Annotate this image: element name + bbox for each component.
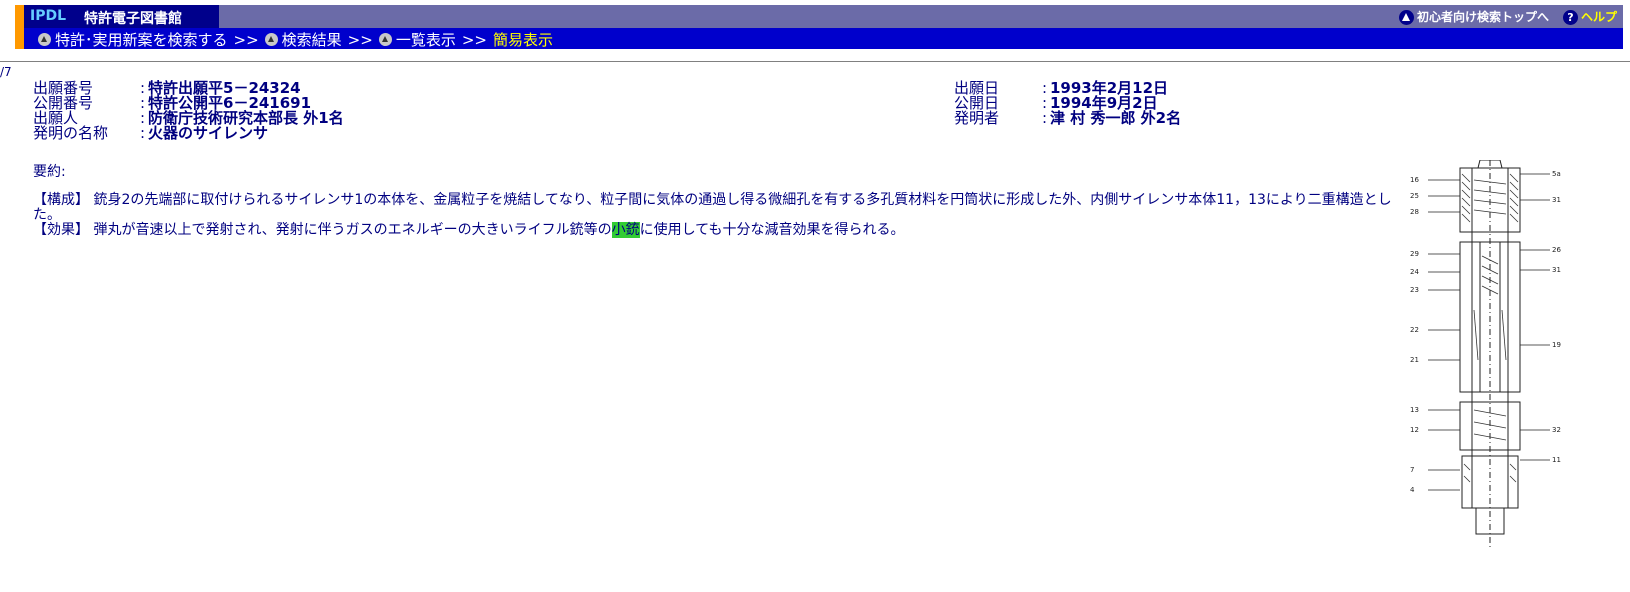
svg-text:26: 26: [1552, 246, 1561, 254]
beginner-search-link[interactable]: 初心者向け検索トップへ: [1398, 8, 1549, 25]
svg-text:22: 22: [1410, 326, 1419, 334]
svg-text:32: 32: [1552, 426, 1561, 434]
patent-drawing[interactable]: 162528 292423 222113 1274 5a3126 311932 …: [1400, 160, 1590, 560]
crumb-results[interactable]: 検索結果: [282, 29, 342, 50]
abstract-effect: 【効果】 弾丸が音速以上で発射され、発射に伴うガスのエネルギーの大きいライフル銃…: [33, 222, 1403, 238]
crumb-separator: >>: [233, 30, 259, 49]
svg-text:19: 19: [1552, 341, 1561, 349]
field-label: 発明者: [954, 109, 1000, 127]
result-counter: /7: [0, 65, 12, 79]
svg-text:31: 31: [1552, 196, 1561, 204]
svg-text:25: 25: [1410, 192, 1419, 200]
svg-text:7: 7: [1410, 466, 1414, 474]
svg-text:13: 13: [1410, 406, 1419, 414]
bibliographic-right: 出願日 : 1993年2月12日 公開日 : 1994年9月2日 発明者 : 津…: [954, 81, 1181, 126]
crumb-separator: >>: [347, 30, 373, 49]
crumb-current: 簡易表示: [492, 31, 553, 49]
crumb-arrow-icon: [38, 33, 51, 46]
field-value: 火器のサイレンサ: [148, 124, 269, 142]
svg-text:24: 24: [1410, 268, 1419, 276]
accent-stripe: [15, 5, 24, 49]
search-hit-highlight: 小銃: [611, 222, 640, 238]
beginner-search-label: 初心者向け検索トップへ: [1416, 10, 1549, 24]
crumb-separator: >>: [461, 30, 487, 49]
crumb-list[interactable]: 一覧表示: [396, 29, 456, 50]
svg-text:4: 4: [1410, 486, 1415, 494]
abstract-label: 要約:: [33, 164, 66, 180]
help-label: ヘルプ: [1580, 10, 1617, 24]
abstract-text: 【構成】 銃身2の先端部に取付けられるサイレンサ1の本体を、金属粒子を焼結してな…: [33, 193, 1403, 238]
field-inventor: 発明者 : 津 村 秀一郎 外2名: [954, 111, 1181, 126]
breadcrumb-bar: 特許･実用新案を検索する >> 検索結果 >> 一覧表示 >> 簡易表示: [24, 28, 1623, 49]
help-link[interactable]: ? ヘルプ: [1562, 8, 1617, 25]
svg-text:31: 31: [1552, 266, 1561, 274]
field-value: 津 村 秀一郎 外2名: [1050, 109, 1182, 127]
svg-text:12: 12: [1410, 426, 1419, 434]
abstract-effect-before: 【効果】 弾丸が音速以上で発射され、発射に伴うガスのエネルギーの大きいライフル銃…: [33, 222, 612, 238]
top-right-links: 初心者向け検索トップへ ? ヘルプ: [1398, 8, 1617, 25]
field-colon: :: [140, 124, 146, 142]
crumb-arrow-icon: [264, 33, 278, 46]
svg-text:28: 28: [1410, 208, 1419, 216]
svg-text:5a: 5a: [1552, 170, 1561, 178]
field-colon: :: [1042, 109, 1048, 127]
svg-text:16: 16: [1410, 176, 1419, 184]
crumb-search[interactable]: 特許･実用新案を検索する: [55, 29, 228, 50]
svg-text:11: 11: [1552, 456, 1561, 464]
field-invention-title: 発明の名称 : 火器のサイレンサ: [33, 126, 344, 141]
top-bar: 初心者向け検索トップへ ? ヘルプ: [219, 5, 1623, 28]
crumb-arrow-icon: [378, 33, 392, 46]
abstract-composition: 【構成】 銃身2の先端部に取付けられるサイレンサ1の本体を、金属粒子を焼結してな…: [33, 192, 1392, 223]
header: IPDL 特許電子図書館 初心者向け検索トップへ ? ヘルプ 特許･実用新案を検索…: [0, 0, 1630, 52]
logo[interactable]: IPDL 特許電子図書館: [24, 5, 219, 28]
logo-title-text: 特許電子図書館: [84, 11, 182, 27]
svg-text:23: 23: [1410, 286, 1419, 294]
help-icon: ?: [1562, 10, 1578, 25]
breadcrumb: 特許･実用新案を検索する >> 検索結果 >> 一覧表示 >> 簡易表示: [38, 29, 553, 50]
abstract-effect-after: に使用しても十分な減音効果を得られる。: [639, 222, 905, 238]
divider: [0, 61, 1630, 62]
triangle-up-icon: [1398, 10, 1414, 25]
svg-text:29: 29: [1410, 250, 1419, 258]
bibliographic-left: 出願番号 : 特許出願平5－24324 公開番号 : 特許公開平6－241691…: [33, 81, 344, 141]
field-label: 発明の名称: [33, 124, 109, 142]
svg-text:21: 21: [1410, 356, 1419, 364]
logo-ipdl-text: IPDL: [30, 8, 67, 24]
